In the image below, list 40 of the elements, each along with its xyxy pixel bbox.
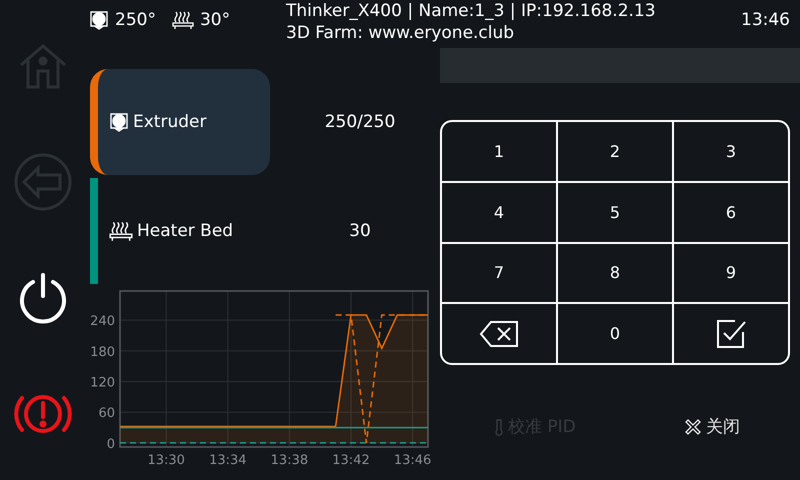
- y-axis-label: 240: [90, 314, 115, 330]
- digit-key[interactable]: 1: [442, 122, 556, 181]
- digit-key[interactable]: 2: [558, 122, 672, 181]
- close-button[interactable]: 关闭: [685, 415, 740, 438]
- digit-key[interactable]: 7: [442, 244, 556, 302]
- printer-info: Thinker_X400 | Name:1_3 | IP:192.168.2.13: [286, 0, 657, 22]
- y-axis-label: 0: [106, 436, 115, 452]
- y-axis-label: 60: [98, 406, 115, 422]
- digit-key[interactable]: 3: [674, 122, 788, 181]
- heater-item[interactable]: Heater Bed: [90, 178, 270, 284]
- extruder-icon: [88, 10, 110, 30]
- backspace-icon: [479, 320, 519, 348]
- close-icon: [685, 418, 701, 434]
- x-axis-label: 13:34: [209, 453, 247, 468]
- digit-key[interactable]: 4: [442, 182, 556, 242]
- digit-key[interactable]: 0: [558, 304, 672, 363]
- x-axis-label: 13:30: [147, 453, 185, 468]
- checkbox-icon: [715, 318, 747, 350]
- confirm-key[interactable]: [674, 304, 788, 363]
- heater-temperature: 30: [348, 221, 372, 241]
- clock-time: 13:46: [741, 10, 790, 30]
- x-axis-label: 13:42: [332, 453, 370, 468]
- digit-key[interactable]: 6: [674, 182, 788, 242]
- farm-website: 3D Farm: www.eryone.club: [286, 22, 516, 44]
- digit-key[interactable]: 9: [674, 244, 788, 302]
- y-axis-label: 180: [90, 344, 115, 360]
- y-axis-label: 120: [90, 376, 115, 391]
- heater-item[interactable]: Extruder: [90, 69, 270, 175]
- extruder-temperature: 250°: [115, 10, 156, 30]
- backspace-key[interactable]: [442, 304, 556, 363]
- bed-temperature: 30°: [200, 10, 230, 30]
- digit-key[interactable]: 8: [558, 244, 672, 302]
- thermometer-icon: [495, 418, 503, 436]
- heated-bed-icon: [108, 220, 134, 242]
- extruder-icon: [108, 111, 130, 133]
- x-axis-label: 13:46: [394, 453, 432, 468]
- x-axis-label: 13:38: [270, 453, 308, 468]
- heated-bed-icon: [170, 10, 195, 30]
- heater-temperature: 250/250: [324, 112, 396, 132]
- digit-key[interactable]: 5: [558, 182, 672, 242]
